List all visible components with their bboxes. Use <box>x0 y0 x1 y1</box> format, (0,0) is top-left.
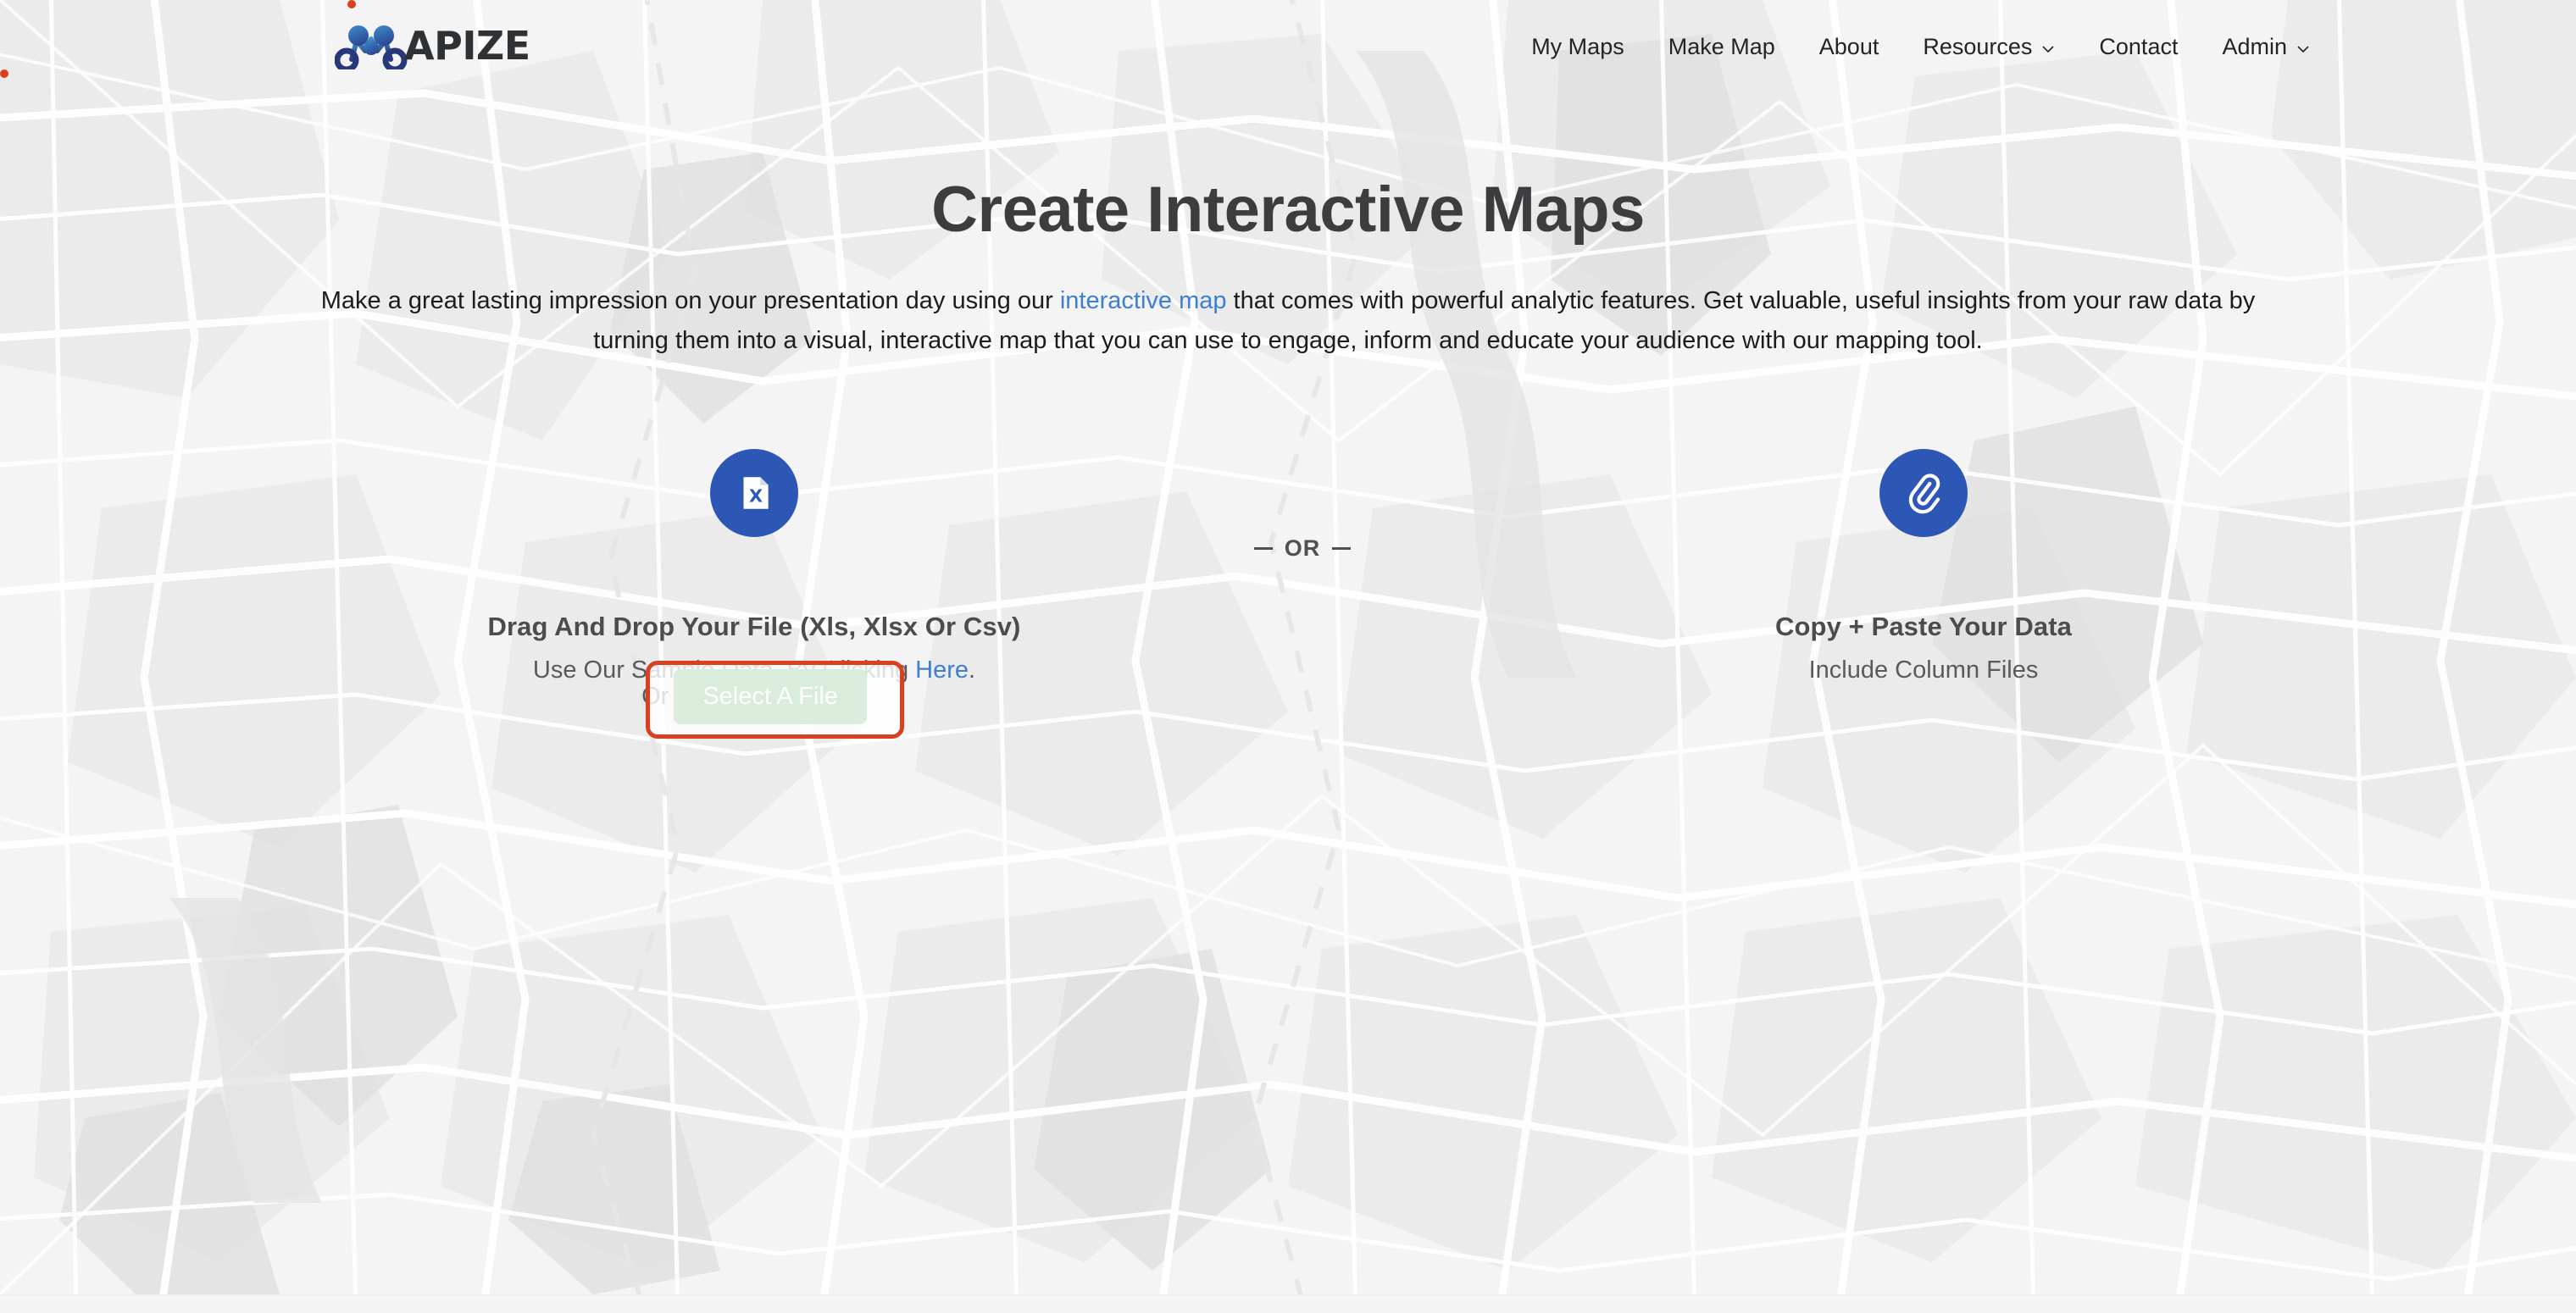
hero-description: Make a great lasting impression on your … <box>314 281 2262 361</box>
footer-strip <box>0 1294 2576 1313</box>
main-navigation: My Maps Make Map About Resources Contact <box>1509 36 2332 58</box>
nav-item-about[interactable]: About <box>1797 36 1901 58</box>
nav-item-resources[interactable]: Resources <box>1901 36 2077 58</box>
paperclip-icon <box>1879 449 1968 537</box>
chevron-down-icon <box>2296 42 2310 56</box>
nav-item-admin[interactable]: Admin <box>2200 36 2332 58</box>
nav-label: Resources <box>1923 36 2032 58</box>
interactive-map-link[interactable]: interactive map <box>1060 287 1227 314</box>
nav-label: Contact <box>2099 36 2178 58</box>
site-header: APIZE My Maps Make Map About Resources <box>0 0 2576 103</box>
paste-data-column: Copy + Paste Your Data Include Column Fi… <box>1474 449 2373 684</box>
molecule-network-icon <box>335 22 408 69</box>
nav-item-make-map[interactable]: Make Map <box>1646 36 1797 58</box>
logo-text: APIZE <box>404 26 530 65</box>
upload-file-column: X Drag And Drop Your File (Xls, Xlsx Or … <box>305 449 1203 684</box>
upload-column-title: Drag And Drop Your File (Xls, Xlsx Or Cs… <box>305 612 1203 642</box>
divider-dash-left <box>1254 547 1273 550</box>
nav-item-my-maps[interactable]: My Maps <box>1509 36 1646 58</box>
excel-file-icon: X <box>710 449 798 537</box>
page-root: APIZE My Maps Make Map About Resources <box>0 0 2576 1313</box>
nav-item-contact[interactable]: Contact <box>2077 36 2200 58</box>
nav-label: Make Map <box>1668 36 1775 58</box>
divider-label: OR <box>1285 535 1321 562</box>
divider-dash-right <box>1332 547 1351 550</box>
hero-text-before: Make a great lasting impression on your … <box>321 287 1060 314</box>
svg-text:X: X <box>749 485 763 506</box>
highlight-box-select-file <box>646 661 904 739</box>
nav-label: My Maps <box>1531 36 1624 58</box>
chevron-down-icon <box>2041 42 2055 56</box>
logo[interactable]: APIZE <box>335 22 530 69</box>
paste-column-title: Copy + Paste Your Data <box>1474 612 2373 642</box>
paste-column-subtitle: Include Column Files <box>1474 656 2373 684</box>
nav-label: About <box>1819 36 1879 58</box>
nav-label: Admin <box>2222 36 2287 58</box>
or-divider: OR <box>1230 535 1374 562</box>
page-title: Create Interactive Maps <box>0 175 2576 246</box>
